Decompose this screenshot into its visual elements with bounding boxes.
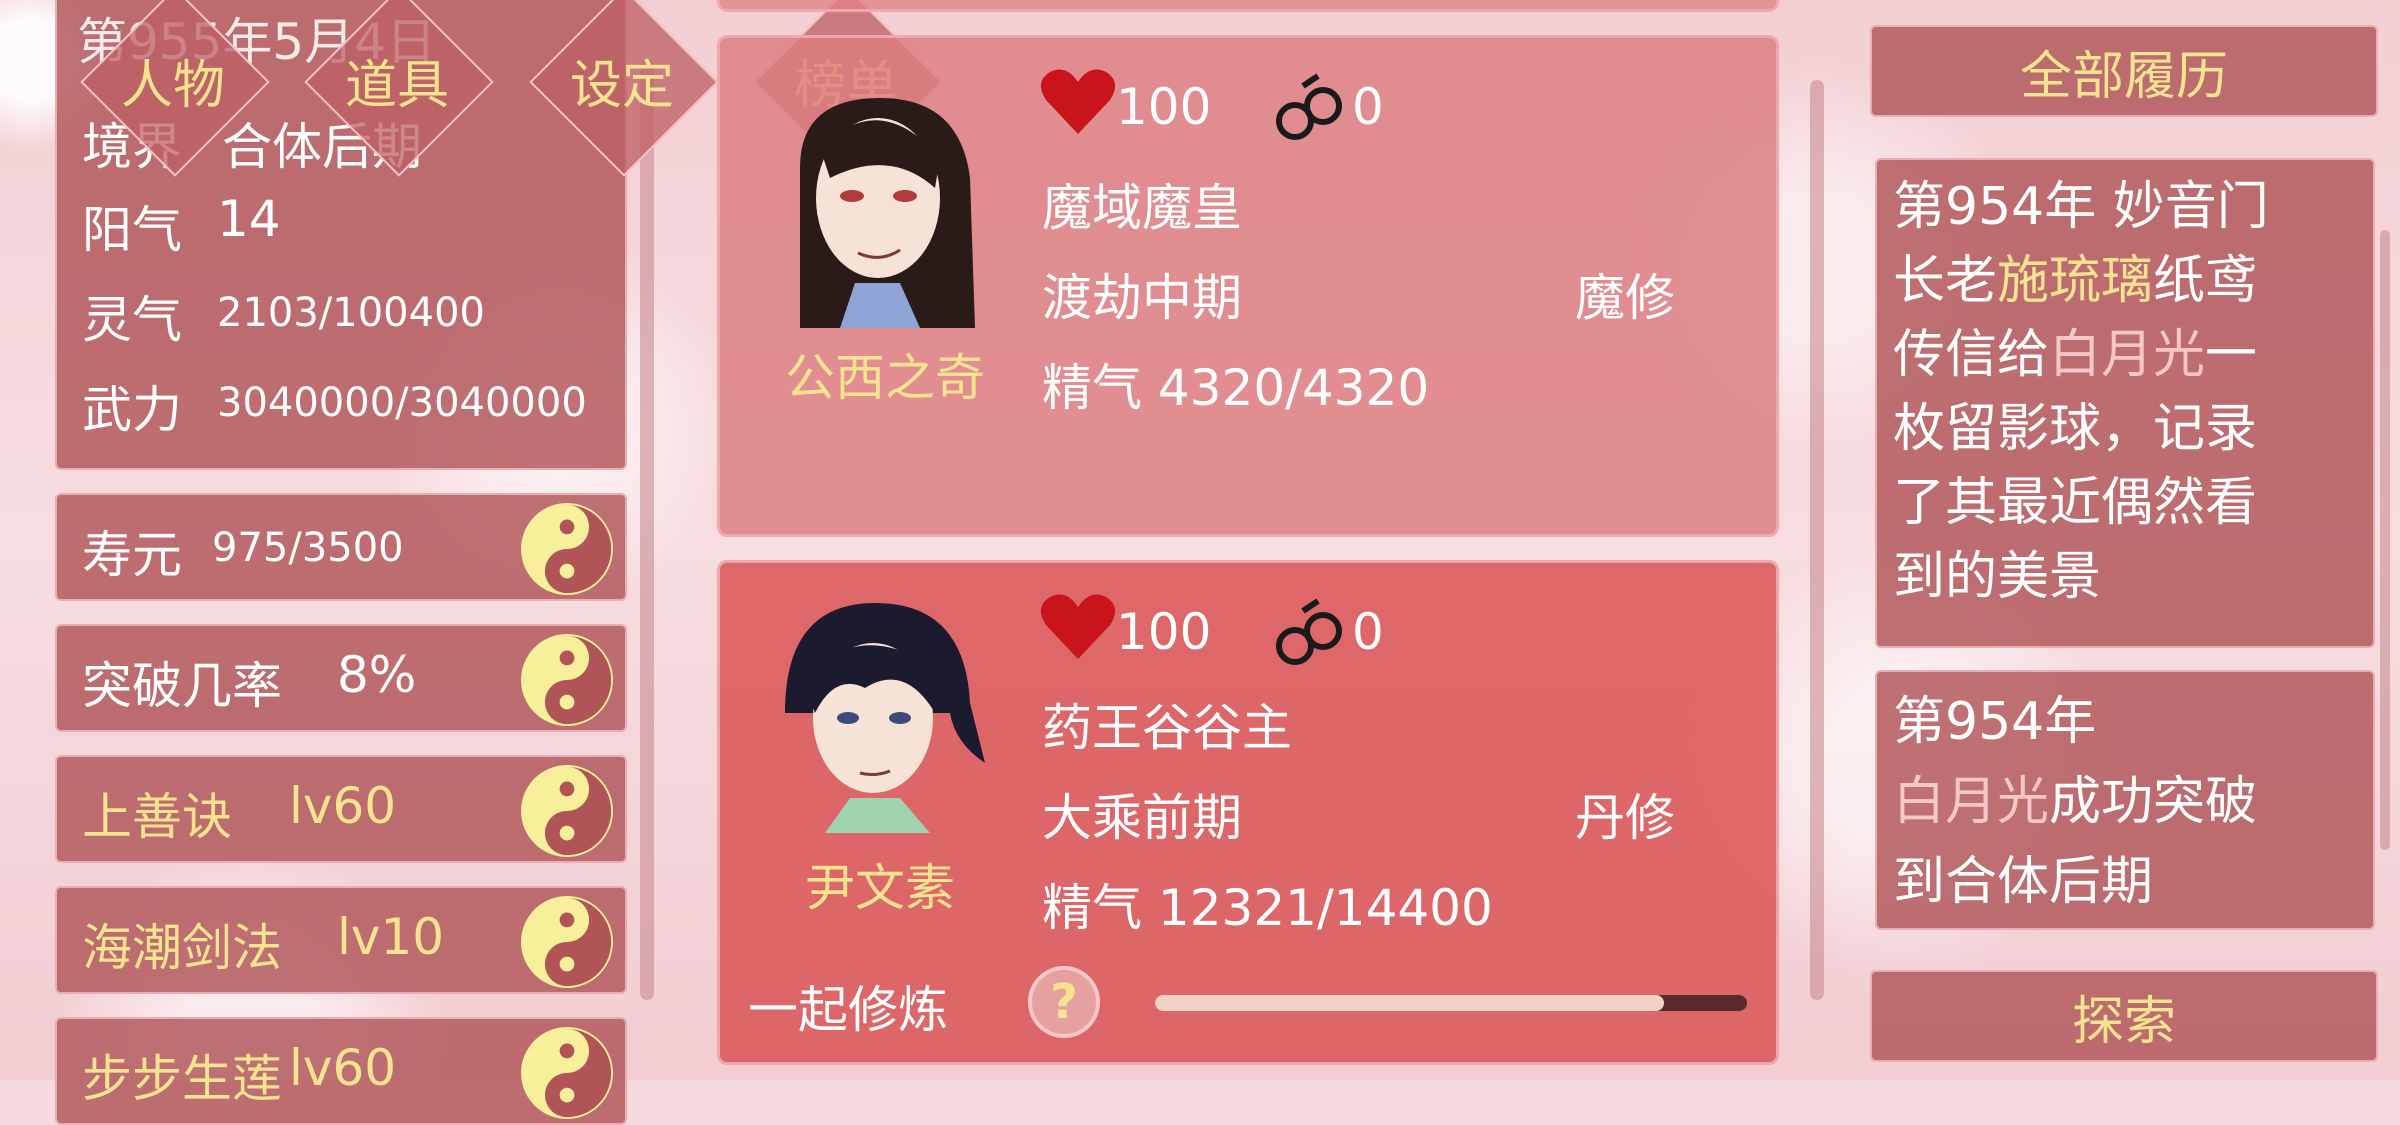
history-1-line-4: 枚留影球，记录 — [1893, 399, 2258, 459]
all-history-label: 全部履历 — [2019, 46, 2228, 107]
history-text: 传信给 — [1893, 325, 2050, 385]
history-text: 成功突破 — [2049, 772, 2258, 832]
qi-value: 2103/100400 — [217, 290, 485, 336]
breakthrough-label: 突破几率 — [82, 657, 282, 715]
qi-label: 灵气 — [82, 291, 182, 349]
yang-value: 14 — [217, 190, 281, 248]
all-history-button[interactable]: 全部履历 — [1870, 25, 2378, 117]
train-progress-fill — [1155, 995, 1665, 1011]
heart-value-1: 100 — [1116, 78, 1212, 136]
history-entry-1: 第954年 妙音门 长老施琉璃纸鸢 传信给白月光一 枚留影球，记录 了其最近偶然… — [1875, 158, 2375, 648]
explore-label: 探索 — [2071, 991, 2176, 1052]
npc-essence-2: 精气 12321/14400 — [1042, 879, 1493, 937]
npc-title-2: 药王谷谷主 — [1042, 699, 1292, 757]
npc-portrait-2 — [755, 593, 995, 833]
tab-settings-label: 设定 — [569, 55, 674, 116]
history-text: 纸鸢 — [2153, 251, 2258, 311]
card-partial-top — [717, 0, 1779, 12]
skill-3-label: 步步生莲 — [82, 1050, 282, 1108]
skill-3-level: lv60 — [289, 1039, 397, 1097]
tab-items-label: 道具 — [344, 55, 449, 116]
history-2-line-3: 到合体后期 — [1893, 852, 2154, 912]
history-name-pink: 白月光 — [1893, 772, 2050, 832]
history-name-gold: 施琉璃 — [1997, 251, 2154, 311]
yinyang-icon[interactable] — [521, 1027, 613, 1119]
history-text: 长老 — [1893, 251, 1998, 311]
npc-realm-2: 大乘前期 — [1042, 789, 1242, 847]
train-together-label: 一起修炼 — [748, 981, 948, 1039]
heart-icon — [1040, 69, 1116, 134]
list-item-skill-3[interactable]: 步步生莲 lv60 — [55, 1017, 627, 1125]
explore-button[interactable]: 探索 — [1870, 970, 2378, 1062]
history-2-line-1: 第954年 — [1893, 692, 2097, 752]
handcuffs-icon — [1276, 598, 1342, 665]
yinyang-icon[interactable] — [521, 503, 613, 595]
tab-items[interactable]: 道具 — [304, 0, 494, 177]
history-1-line-3: 传信给白月光一 — [1893, 318, 2357, 392]
yinyang-icon[interactable] — [521, 634, 613, 726]
npc-school-2: 丹修 — [1575, 789, 1675, 847]
breakthrough-value: 8% — [337, 646, 417, 704]
npc-realm-1: 渡劫中期 — [1042, 269, 1242, 327]
npc-essence-1: 精气 4320/4320 — [1042, 359, 1430, 417]
yinyang-icon[interactable] — [521, 765, 613, 857]
cuffs-value-1: 0 — [1352, 78, 1384, 136]
list-item-skill-1[interactable]: 上善诀 lv60 — [55, 755, 627, 863]
tab-character[interactable]: 人物 — [80, 0, 270, 177]
right-scrollbar[interactable] — [2380, 230, 2390, 850]
heart-value-2: 100 — [1116, 603, 1212, 661]
tab-character-label: 人物 — [120, 55, 225, 116]
skill-1-level: lv60 — [289, 777, 397, 835]
left-scrollbar[interactable] — [640, 60, 654, 1000]
list-item-lifespan[interactable]: 寿元 975/3500 — [55, 493, 627, 601]
npc-card-2[interactable]: 尹文素 100 0 药王谷谷主 大乘前期 丹修 精气 12321/14400 一… — [717, 560, 1779, 1065]
yinyang-icon[interactable] — [521, 896, 613, 988]
yang-label: 阳气 — [82, 201, 182, 259]
npc-title-1: 魔域魔皇 — [1042, 179, 1242, 237]
npc-portrait-1 — [760, 88, 1000, 328]
history-text: 一 — [2205, 325, 2258, 385]
heart-icon — [1040, 594, 1116, 659]
npc-school-1: 魔修 — [1575, 269, 1675, 327]
history-entry-2: 第954年 白月光成功突破 到合体后期 — [1875, 670, 2375, 930]
power-value: 3040000/3040000 — [217, 380, 587, 426]
npc-name-1: 公西之奇 — [785, 349, 985, 407]
help-icon[interactable]: ? — [1028, 966, 1100, 1038]
lifespan-label: 寿元 — [82, 526, 182, 584]
tab-settings[interactable]: 设定 — [529, 0, 719, 177]
history-1-line-1: 第954年 妙音门 — [1893, 177, 2269, 237]
history-2-line-2: 白月光成功突破 — [1893, 762, 2357, 842]
middle-scrollbar[interactable] — [1810, 80, 1824, 1000]
history-name-pink: 白月光 — [2049, 325, 2206, 385]
skill-2-level: lv10 — [337, 908, 445, 966]
npc-name-2: 尹文素 — [805, 859, 955, 917]
history-1-line-5: 了其最近偶然看 — [1893, 473, 2258, 533]
cuffs-value-2: 0 — [1352, 603, 1384, 661]
handcuffs-icon — [1276, 73, 1342, 140]
npc-card-1[interactable]: 公西之奇 100 0 魔域魔皇 渡劫中期 魔修 精气 4320/4320 — [717, 35, 1779, 537]
list-item-breakthrough[interactable]: 突破几率 8% — [55, 624, 627, 732]
lifespan-value: 975/3500 — [212, 525, 404, 571]
history-1-line-6: 到的美景 — [1893, 547, 2102, 607]
history-1-line-2: 长老施琉璃纸鸢 — [1893, 244, 2357, 318]
list-item-skill-2[interactable]: 海潮剑法 lv10 — [55, 886, 627, 994]
skill-1-label: 上善诀 — [82, 788, 232, 846]
skill-2-label: 海潮剑法 — [82, 919, 282, 977]
power-label: 武力 — [82, 381, 182, 439]
train-progress-bar[interactable] — [1155, 995, 1747, 1011]
